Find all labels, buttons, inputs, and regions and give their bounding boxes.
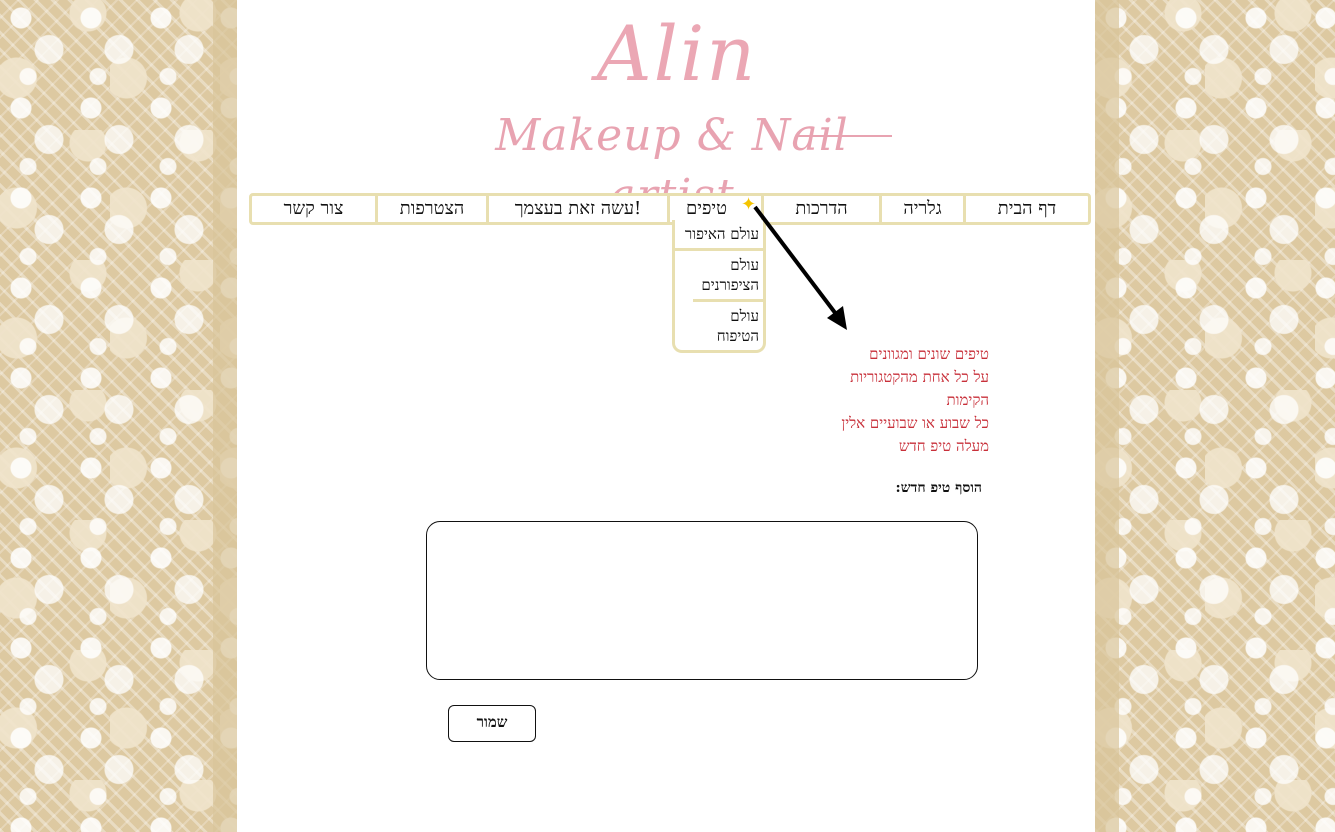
note-line: הקימות <box>946 391 989 409</box>
new-tip-textarea[interactable] <box>426 521 978 680</box>
add-tip-label: הוסף טיפ חדש: <box>895 480 982 496</box>
page-content: Alin Makeup & Nail artist דף הבית גלריה … <box>237 0 1095 832</box>
lace-border-right <box>1095 0 1335 832</box>
save-button[interactable]: שמור <box>448 705 536 742</box>
tips-description-note: טיפים שונים ומגוונים על כל אחת מהקטגוריו… <box>797 343 989 458</box>
lace-border-left <box>0 0 237 832</box>
note-line: על כל אחת מהקטגוריות <box>850 368 989 386</box>
note-line: טיפים שונים ומגוונים <box>869 345 989 363</box>
arrow-head <box>827 306 847 330</box>
note-line: כל שבוע או שבועיים אלין <box>841 414 989 432</box>
note-line: מעלה טיפ חדש <box>898 437 989 455</box>
arrow-shaft <box>753 205 841 320</box>
